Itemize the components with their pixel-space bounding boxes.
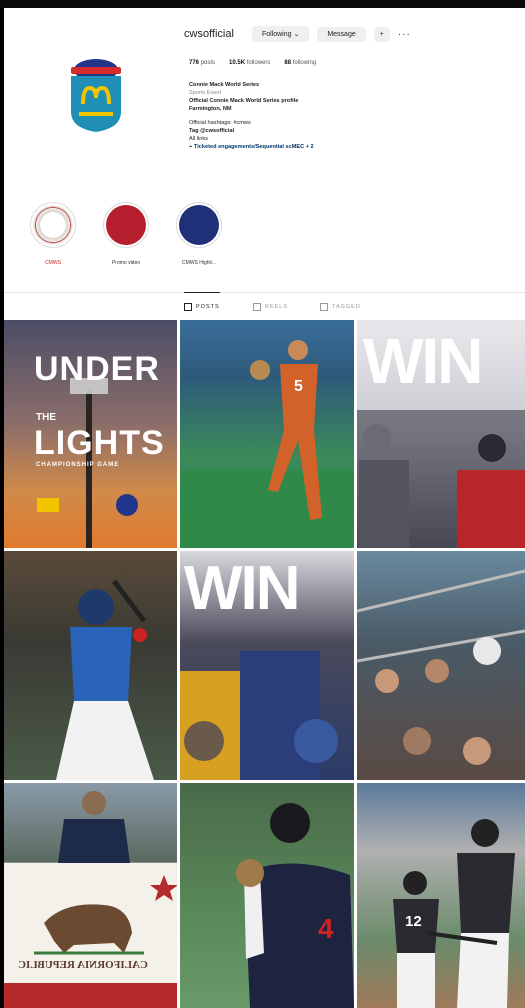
followers-count: 10.5K — [229, 60, 246, 66]
tab-label: TAGGED — [332, 304, 361, 310]
post-win-team[interactable]: WIN — [357, 320, 525, 548]
team-players-icon — [357, 410, 525, 548]
bio-link-text: Ticketed engagements/Sequential scMEC + … — [193, 144, 314, 150]
bio-line-5: All links — [189, 136, 208, 142]
profile-bio: Connie Mack World Series Sports Event Of… — [189, 81, 519, 151]
highlight-label: Promo video — [111, 260, 141, 266]
more-options-icon[interactable]: ··· — [398, 29, 411, 40]
highlight-cmws[interactable]: CMWS — [28, 202, 78, 266]
post-batter[interactable] — [4, 551, 177, 780]
message-button[interactable]: Message — [317, 26, 366, 42]
tab-label: POSTS — [196, 304, 220, 310]
player-figure-icon — [236, 803, 354, 1008]
highlight-label: CMWS Highli... — [182, 260, 216, 266]
posts-stat: 776 posts — [189, 60, 215, 66]
posts-grid: UNDER THE LIGHTS CHAMPIONSHIP GAME 5 WIN — [4, 320, 525, 1008]
post-player-4[interactable]: 4 — [180, 783, 354, 1008]
highlight-thumbnail — [106, 205, 146, 245]
highlight-thumbnail — [179, 205, 219, 245]
tab-tagged[interactable]: TAGGED — [320, 293, 361, 321]
profile-stats: 776 posts 10.5K followers 88 following — [189, 60, 316, 66]
jersey-number-12: 12 — [405, 913, 422, 930]
top-bar — [0, 0, 525, 8]
add-person-icon[interactable]: + — [373, 26, 390, 42]
post-subtitle: CHAMPIONSHIP GAME — [36, 462, 120, 468]
highlight-thumbnail — [33, 205, 73, 245]
huddle-figure-icon — [180, 651, 338, 780]
highlight-ring — [30, 202, 76, 248]
followers-label: followers — [246, 60, 271, 66]
profile-name: Connie Mack World Series — [189, 82, 260, 88]
following-stat-label: following — [292, 60, 317, 66]
players-figure-icon — [393, 819, 515, 1008]
profile-header: cwsofficial Following ⌄ Message + ··· 77… — [4, 8, 525, 320]
posts-label: posts — [200, 60, 216, 66]
post-player-12[interactable]: 12 — [357, 783, 525, 1008]
post-pitcher[interactable]: 5 — [180, 320, 354, 548]
highlight-label: CMWS — [45, 260, 61, 266]
highlight-cmws-highlights[interactable]: CMWS Highli... — [174, 202, 224, 266]
tab-posts[interactable]: POSTS — [184, 292, 220, 321]
flag-text: CALIFORNIA REPUBLIC — [18, 959, 148, 971]
tagged-icon — [320, 303, 328, 311]
username-row: cwsofficial Following ⌄ Message + ··· — [184, 26, 411, 42]
cmws-logo-icon — [71, 59, 121, 132]
jersey-number-5: 5 — [294, 378, 303, 395]
profile-avatar[interactable] — [48, 46, 144, 142]
profile-tabs: POSTS REELS TAGGED — [4, 292, 525, 321]
tab-label: REELS — [265, 304, 289, 310]
bio-link[interactable]: ⌁ Ticketed engagements/Sequential scMEC … — [189, 143, 519, 151]
team-logo-icon — [37, 498, 59, 512]
bio-line-1: Official Connie Mack World Series profil… — [189, 98, 299, 104]
bio-line-2: Farmington, NM — [189, 106, 232, 112]
post-crowd[interactable] — [357, 551, 525, 780]
pitcher-figure-icon — [180, 340, 354, 548]
highlight-ring — [103, 202, 149, 248]
highlight-promo-video[interactable]: Promo video — [101, 202, 151, 266]
bio-line-4: Tag @cwsofficial — [189, 128, 235, 134]
following-count: 88 — [284, 60, 292, 66]
profile-category: Sports Event — [189, 90, 222, 96]
grid-icon — [184, 303, 192, 311]
tab-reels[interactable]: REELS — [253, 293, 288, 321]
post-flag[interactable]: CALIFORNIA REPUBLIC — [4, 783, 177, 1008]
post-title-the: THE — [36, 412, 56, 423]
followers-stat[interactable]: 10.5K followers — [229, 60, 270, 66]
instagram-profile-page: cwsofficial Following ⌄ Message + ··· 77… — [0, 0, 525, 1008]
following-button-label: Following — [261, 31, 292, 38]
batter-figure-icon — [56, 579, 154, 780]
posts-count: 776 — [189, 60, 200, 66]
bio-line-3: Official hashtags: #cmws — [189, 120, 251, 126]
post-title-lights: LIGHTS — [34, 424, 165, 462]
crowd-figure-icon — [357, 569, 525, 765]
post-win-huddle[interactable]: WIN — [180, 551, 354, 780]
story-highlights: CMWS Promo video CMWS Highli... — [28, 202, 224, 266]
username: cwsofficial — [184, 28, 234, 40]
cmws-badge-icon — [116, 494, 138, 516]
reels-icon — [253, 303, 261, 311]
flag-bear-icon — [4, 791, 177, 1008]
following-stat[interactable]: 88 following — [284, 60, 316, 66]
highlight-ring — [176, 202, 222, 248]
post-under-the-lights[interactable]: UNDER THE LIGHTS CHAMPIONSHIP GAME — [4, 320, 177, 548]
post-title-under: UNDER — [34, 350, 160, 388]
jersey-number-4: 4 — [318, 913, 334, 944]
following-button[interactable]: Following ⌄ — [251, 26, 310, 42]
